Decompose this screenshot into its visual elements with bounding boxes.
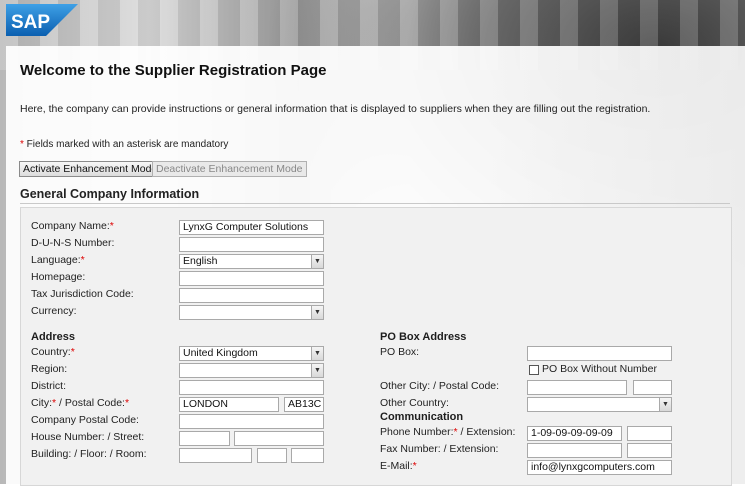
- city-label-text: City:: [31, 397, 52, 409]
- other-postal-code-input[interactable]: [633, 380, 672, 395]
- street-input[interactable]: [234, 431, 324, 446]
- required-star: *: [412, 460, 417, 472]
- po-box-title: PO Box Address: [380, 331, 467, 343]
- company-postal-code-input[interactable]: [179, 414, 324, 429]
- region-label: Region:: [31, 363, 68, 375]
- dropdown-arrow-icon[interactable]: ▼: [659, 398, 671, 411]
- dropdown-arrow-icon[interactable]: ▼: [311, 306, 323, 319]
- po-box-without-number-checkbox[interactable]: [529, 365, 539, 375]
- other-country-label: Other Country:: [380, 397, 449, 409]
- email-label: E-Mail:*: [380, 460, 417, 472]
- phone-number-input[interactable]: 1-09-09-09-09-09: [527, 426, 622, 441]
- room-input[interactable]: [291, 448, 324, 463]
- required-star: *: [109, 220, 114, 232]
- country-label-text: Country:: [31, 346, 71, 358]
- extension-label-text: / Extension:: [457, 426, 516, 438]
- intro-text: Here, the company can provide instructio…: [20, 103, 651, 115]
- mandatory-text: Fields marked with an asterisk are manda…: [23, 139, 229, 150]
- other-city-input[interactable]: [527, 380, 627, 395]
- communication-title: Communication: [380, 411, 464, 423]
- district-input[interactable]: [179, 380, 324, 395]
- main-panel: Welcome to the Supplier Registration Pag…: [6, 46, 745, 486]
- company-name-label-text: Company Name:: [31, 220, 110, 232]
- required-star: *: [80, 254, 85, 266]
- email-input[interactable]: info@lynxgcomputers.com: [527, 460, 672, 475]
- dropdown-arrow-icon[interactable]: ▼: [311, 364, 323, 377]
- homepage-input[interactable]: [179, 271, 324, 286]
- sap-logo: SAP: [6, 4, 78, 36]
- language-label-text: Language:: [31, 254, 81, 266]
- po-box-without-number-label: PO Box Without Number: [542, 363, 657, 375]
- page-title: Welcome to the Supplier Registration Pag…: [20, 62, 327, 79]
- activate-enhancement-button[interactable]: Activate Enhancement Mode: [19, 161, 162, 177]
- mandatory-note: * Fields marked with an asterisk are man…: [20, 139, 228, 150]
- dropdown-arrow-icon[interactable]: ▼: [311, 347, 323, 360]
- logo-text: SAP: [11, 12, 50, 33]
- house-number-input[interactable]: [179, 431, 230, 446]
- region-select[interactable]: ▼: [179, 363, 324, 378]
- currency-label: Currency:: [31, 305, 77, 317]
- phone-label-text: Phone Number:: [380, 426, 454, 438]
- tax-jurisdiction-label: Tax Jurisdiction Code:: [31, 288, 134, 300]
- country-select[interactable]: United Kingdom ▼: [179, 346, 324, 361]
- po-box-input[interactable]: [527, 346, 672, 361]
- deactivate-enhancement-button[interactable]: Deactivate Enhancement Mode: [152, 161, 307, 177]
- currency-select[interactable]: ▼: [179, 305, 324, 320]
- language-select[interactable]: English ▼: [179, 254, 324, 269]
- required-star: *: [70, 346, 75, 358]
- city-input[interactable]: LONDON: [179, 397, 279, 412]
- country-value: United Kingdom: [183, 347, 258, 359]
- postal-code-input[interactable]: AB13C: [284, 397, 324, 412]
- company-name-label: Company Name:*: [31, 220, 114, 232]
- other-city-postal-label: Other City: / Postal Code:: [380, 380, 500, 392]
- duns-label: D-U-N-S Number:: [31, 237, 115, 249]
- house-street-label: House Number: / Street:: [31, 431, 145, 443]
- duns-input[interactable]: [179, 237, 324, 252]
- district-label: District:: [31, 380, 66, 392]
- floor-input[interactable]: [257, 448, 287, 463]
- dropdown-arrow-icon[interactable]: ▼: [311, 255, 323, 268]
- language-label: Language:*: [31, 254, 85, 266]
- section-divider: [20, 203, 730, 204]
- language-value: English: [183, 255, 218, 267]
- po-box-label: PO Box:: [380, 346, 420, 358]
- homepage-label: Homepage:: [31, 271, 86, 283]
- email-label-text: E-Mail:: [380, 460, 413, 472]
- postal-code-label-text: / Postal Code:: [56, 397, 125, 409]
- city-postal-label: City:* / Postal Code:*: [31, 397, 129, 409]
- country-label: Country:*: [31, 346, 75, 358]
- fax-extension-input[interactable]: [627, 443, 672, 458]
- company-postal-code-label: Company Postal Code:: [31, 414, 139, 426]
- company-name-input[interactable]: LynxG Computer Solutions: [179, 220, 324, 235]
- phone-extension-label: Phone Number:* / Extension:: [380, 426, 515, 438]
- section-title-general: General Company Information: [20, 187, 200, 201]
- general-info-form: Company Name:* LynxG Computer Solutions …: [20, 207, 732, 486]
- required-star: *: [124, 397, 130, 409]
- building-input[interactable]: [179, 448, 252, 463]
- phone-extension-input[interactable]: [627, 426, 672, 441]
- fax-number-input[interactable]: [527, 443, 622, 458]
- building-floor-room-label: Building: / Floor: / Room:: [31, 448, 147, 460]
- address-title: Address: [31, 331, 76, 343]
- tax-jurisdiction-input[interactable]: [179, 288, 324, 303]
- other-country-select[interactable]: ▼: [527, 397, 672, 412]
- fax-extension-label: Fax Number: / Extension:: [380, 443, 499, 455]
